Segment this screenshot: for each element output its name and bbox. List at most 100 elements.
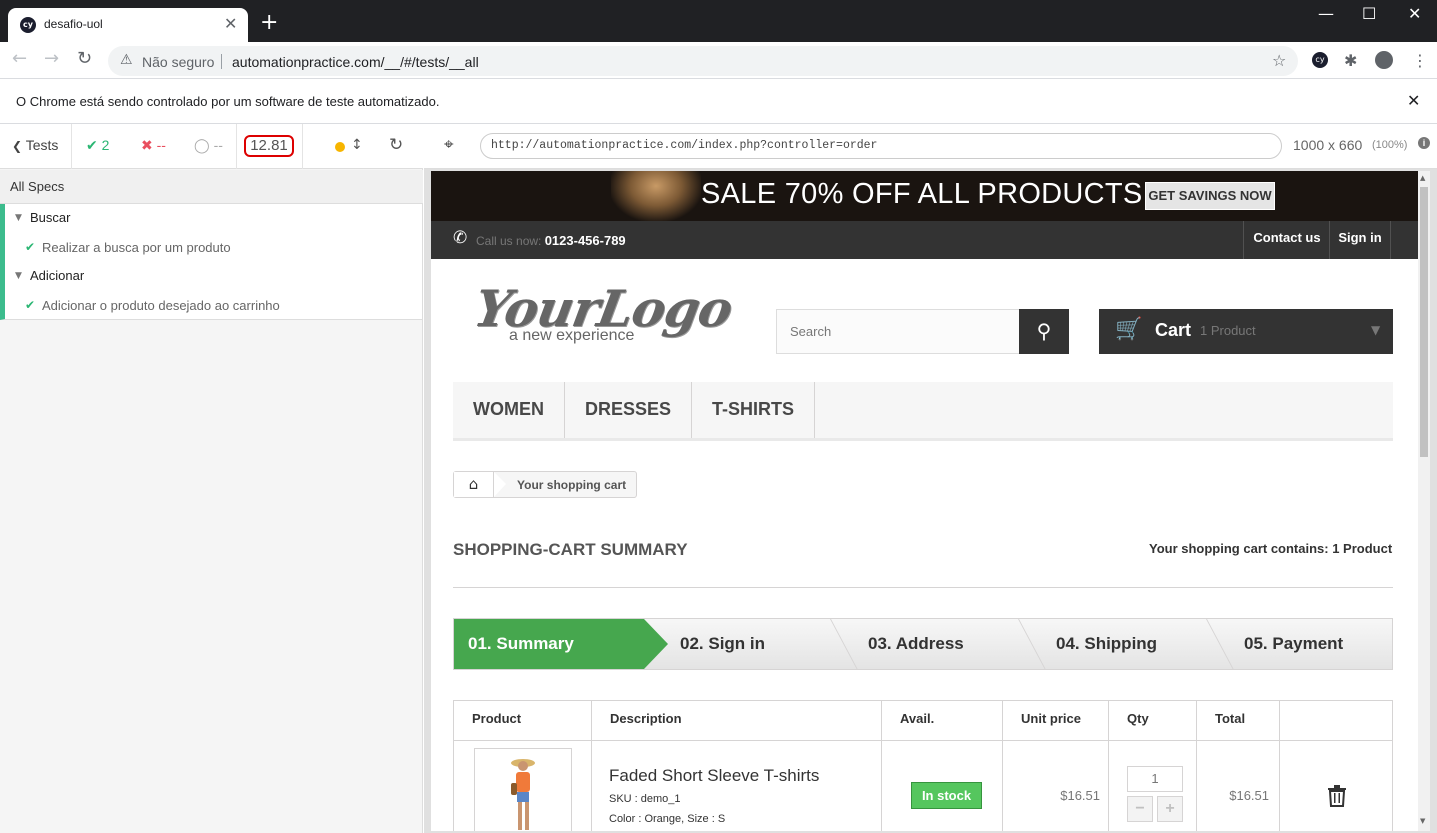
divider bbox=[302, 124, 303, 169]
cypress-extension-icon[interactable]: cy bbox=[1312, 52, 1328, 68]
scroll-down-icon[interactable]: ▼ bbox=[1420, 817, 1425, 825]
tests-back-button[interactable]: ❮ Tests bbox=[12, 137, 58, 153]
search-input[interactable]: Search bbox=[776, 309, 1020, 354]
tests-label: Tests bbox=[25, 137, 59, 153]
divider bbox=[453, 587, 1393, 588]
promo-banner[interactable]: SALE 70% OFF ALL PRODUCTS GET SAVINGS NO… bbox=[431, 171, 1418, 221]
table-cell-description: Faded Short Sleeve T-shirts SKU : demo_1… bbox=[592, 740, 882, 831]
aut-url-bar[interactable]: http://automationpractice.com/index.php?… bbox=[480, 133, 1282, 159]
suite-title: Adicionar bbox=[30, 268, 85, 283]
step-payment[interactable]: 05. Payment bbox=[1244, 619, 1392, 669]
menu-item-women[interactable]: WOMEN bbox=[453, 382, 565, 438]
close-infobar-icon[interactable]: ✕ bbox=[1407, 91, 1420, 110]
top-nav: ✆ Call us now: 0123-456-789 Contact us S… bbox=[431, 221, 1418, 259]
column-header: Product bbox=[454, 701, 592, 740]
table-cell-qty: 1 − + bbox=[1109, 740, 1197, 831]
maximize-icon[interactable]: ☐ bbox=[1362, 4, 1376, 23]
automation-infobar: O Chrome está sendo controlado por um so… bbox=[0, 78, 1437, 124]
step-address[interactable]: 03. Address bbox=[868, 619, 1028, 669]
divider bbox=[236, 124, 237, 169]
page-title: SHOPPING-CART SUMMARY bbox=[453, 540, 688, 559]
aut-container: SALE 70% OFF ALL PRODUCTS GET SAVINGS NO… bbox=[424, 169, 1437, 833]
all-specs-header: All Specs bbox=[0, 170, 423, 204]
browser-toolbar: ← → ↻ ⚠ Não seguro automationpractice.co… bbox=[0, 42, 1437, 78]
browser-tab[interactable]: cy desafio-uol ✕ bbox=[8, 8, 248, 42]
test-row[interactable]: ✔ Realizar a busca por um produto bbox=[5, 233, 422, 262]
infobar-message: O Chrome está sendo controlado por um so… bbox=[16, 94, 440, 109]
check-icon: ✔ bbox=[25, 240, 36, 254]
new-tab-button[interactable]: + bbox=[260, 10, 278, 35]
column-header: Avail. bbox=[882, 701, 1003, 740]
test-row[interactable]: ✔ Adicionar o produto desejado ao carrin… bbox=[5, 291, 422, 320]
quantity-decrease-button[interactable]: − bbox=[1127, 796, 1153, 822]
test-title: Adicionar o produto desejado ao carrinho bbox=[42, 298, 280, 313]
passed-count[interactable]: ✔ 2 bbox=[86, 137, 109, 154]
pending-count[interactable]: ◯ -- bbox=[194, 137, 223, 154]
suite-row[interactable]: ▼ Adicionar bbox=[5, 262, 422, 291]
spec-list: ▼ Buscar ✔ Realizar a busca por um produ… bbox=[0, 204, 422, 320]
quantity-increase-button[interactable]: + bbox=[1157, 796, 1183, 822]
bookmark-star-icon[interactable]: ☆ bbox=[1272, 51, 1286, 70]
quantity-input[interactable]: 1 bbox=[1127, 766, 1183, 792]
product-name-link[interactable]: Faded Short Sleeve T-shirts bbox=[609, 766, 819, 786]
suite-row[interactable]: ▼ Buscar bbox=[5, 204, 422, 233]
aut-scrollbar[interactable]: ▲ ▼ bbox=[1418, 171, 1430, 831]
scrollbar-thumb[interactable] bbox=[1420, 187, 1428, 457]
cart-block[interactable]: 🛒 Cart 1 Product ▼ bbox=[1099, 309, 1393, 354]
scroll-up-icon[interactable]: ▲ bbox=[1420, 174, 1425, 182]
breadcrumb: ⌂ Your shopping cart bbox=[453, 471, 637, 498]
step-summary: 01. Summary bbox=[454, 619, 644, 669]
status-dot-icon bbox=[335, 142, 345, 152]
cypress-favicon-icon: cy bbox=[20, 17, 36, 33]
table-cell-availability: In stock bbox=[882, 740, 1003, 831]
step-shipping[interactable]: 04. Shipping bbox=[1056, 619, 1216, 669]
rerun-icon[interactable]: ↻ bbox=[389, 135, 403, 155]
sign-in-link[interactable]: Sign in bbox=[1329, 221, 1391, 259]
selector-playground-icon[interactable]: ⌖ bbox=[444, 135, 454, 155]
trash-icon[interactable] bbox=[1327, 785, 1347, 807]
reload-icon[interactable]: ↻ bbox=[77, 48, 92, 69]
step-sign-in[interactable]: 02. Sign in bbox=[680, 619, 840, 669]
contact-us-link[interactable]: Contact us bbox=[1243, 221, 1330, 259]
tab-title: desafio-uol bbox=[44, 17, 103, 31]
checkout-steps: 01. Summary 02. Sign in 03. Address 04. … bbox=[453, 618, 1393, 670]
circle-icon: ◯ bbox=[194, 138, 210, 154]
table-cell-total: $16.51 bbox=[1197, 740, 1280, 831]
get-savings-button[interactable]: GET SAVINGS NOW bbox=[1145, 182, 1275, 210]
security-label: Não seguro bbox=[142, 54, 215, 70]
minimize-icon[interactable]: — bbox=[1318, 4, 1334, 23]
auto-scroll-icon[interactable]: ↕ bbox=[351, 137, 363, 153]
close-tab-icon[interactable]: ✕ bbox=[224, 14, 237, 33]
site-logo[interactable]: YourLogo a new experience bbox=[470, 279, 737, 359]
aut-url-text: http://automationpractice.com/index.php?… bbox=[491, 139, 878, 152]
back-icon[interactable]: ← bbox=[12, 48, 27, 69]
menu-item-tshirts[interactable]: T-SHIRTS bbox=[692, 382, 815, 438]
phone-number: 0123-456-789 bbox=[544, 233, 626, 248]
breadcrumb-current: Your shopping cart bbox=[517, 478, 627, 492]
profile-avatar-icon[interactable] bbox=[1375, 51, 1393, 69]
extensions-puzzle-icon[interactable]: ✱ bbox=[1344, 51, 1357, 70]
failed-count[interactable]: ✖ -- bbox=[141, 137, 166, 154]
product-attributes[interactable]: Color : Orange, Size : S bbox=[609, 813, 725, 825]
kebab-menu-icon[interactable]: ⋮ bbox=[1412, 51, 1428, 70]
table-cell-product bbox=[454, 740, 592, 831]
forward-icon[interactable]: → bbox=[44, 48, 59, 69]
close-window-icon[interactable]: ✕ bbox=[1408, 4, 1421, 23]
url-text[interactable]: automationpractice.com/__/#/tests/__all bbox=[232, 54, 479, 70]
shopping-cart-icon: 🛒 bbox=[1115, 317, 1143, 342]
info-icon[interactable]: i bbox=[1418, 137, 1430, 149]
search-button[interactable]: ⚲ bbox=[1019, 309, 1069, 354]
call-us: Call us now: 0123-456-789 bbox=[476, 233, 626, 248]
table-cell-unit-price: $16.51 bbox=[1003, 740, 1109, 831]
check-icon: ✔ bbox=[86, 138, 98, 154]
address-bar[interactable]: ⚠ Não seguro automationpractice.com/__/#… bbox=[108, 46, 1298, 76]
menu-item-dresses[interactable]: DRESSES bbox=[565, 382, 692, 438]
home-icon[interactable]: ⌂ bbox=[454, 472, 494, 497]
line-total: $16.51 bbox=[1229, 788, 1269, 803]
chevron-left-icon: ❮ bbox=[12, 139, 23, 153]
product-image[interactable] bbox=[474, 748, 572, 831]
warning-icon[interactable]: ⚠ bbox=[120, 52, 133, 68]
banner-model-image bbox=[611, 171, 701, 221]
product-photo bbox=[511, 759, 535, 830]
chevron-down-icon: ▼ bbox=[1371, 323, 1381, 337]
